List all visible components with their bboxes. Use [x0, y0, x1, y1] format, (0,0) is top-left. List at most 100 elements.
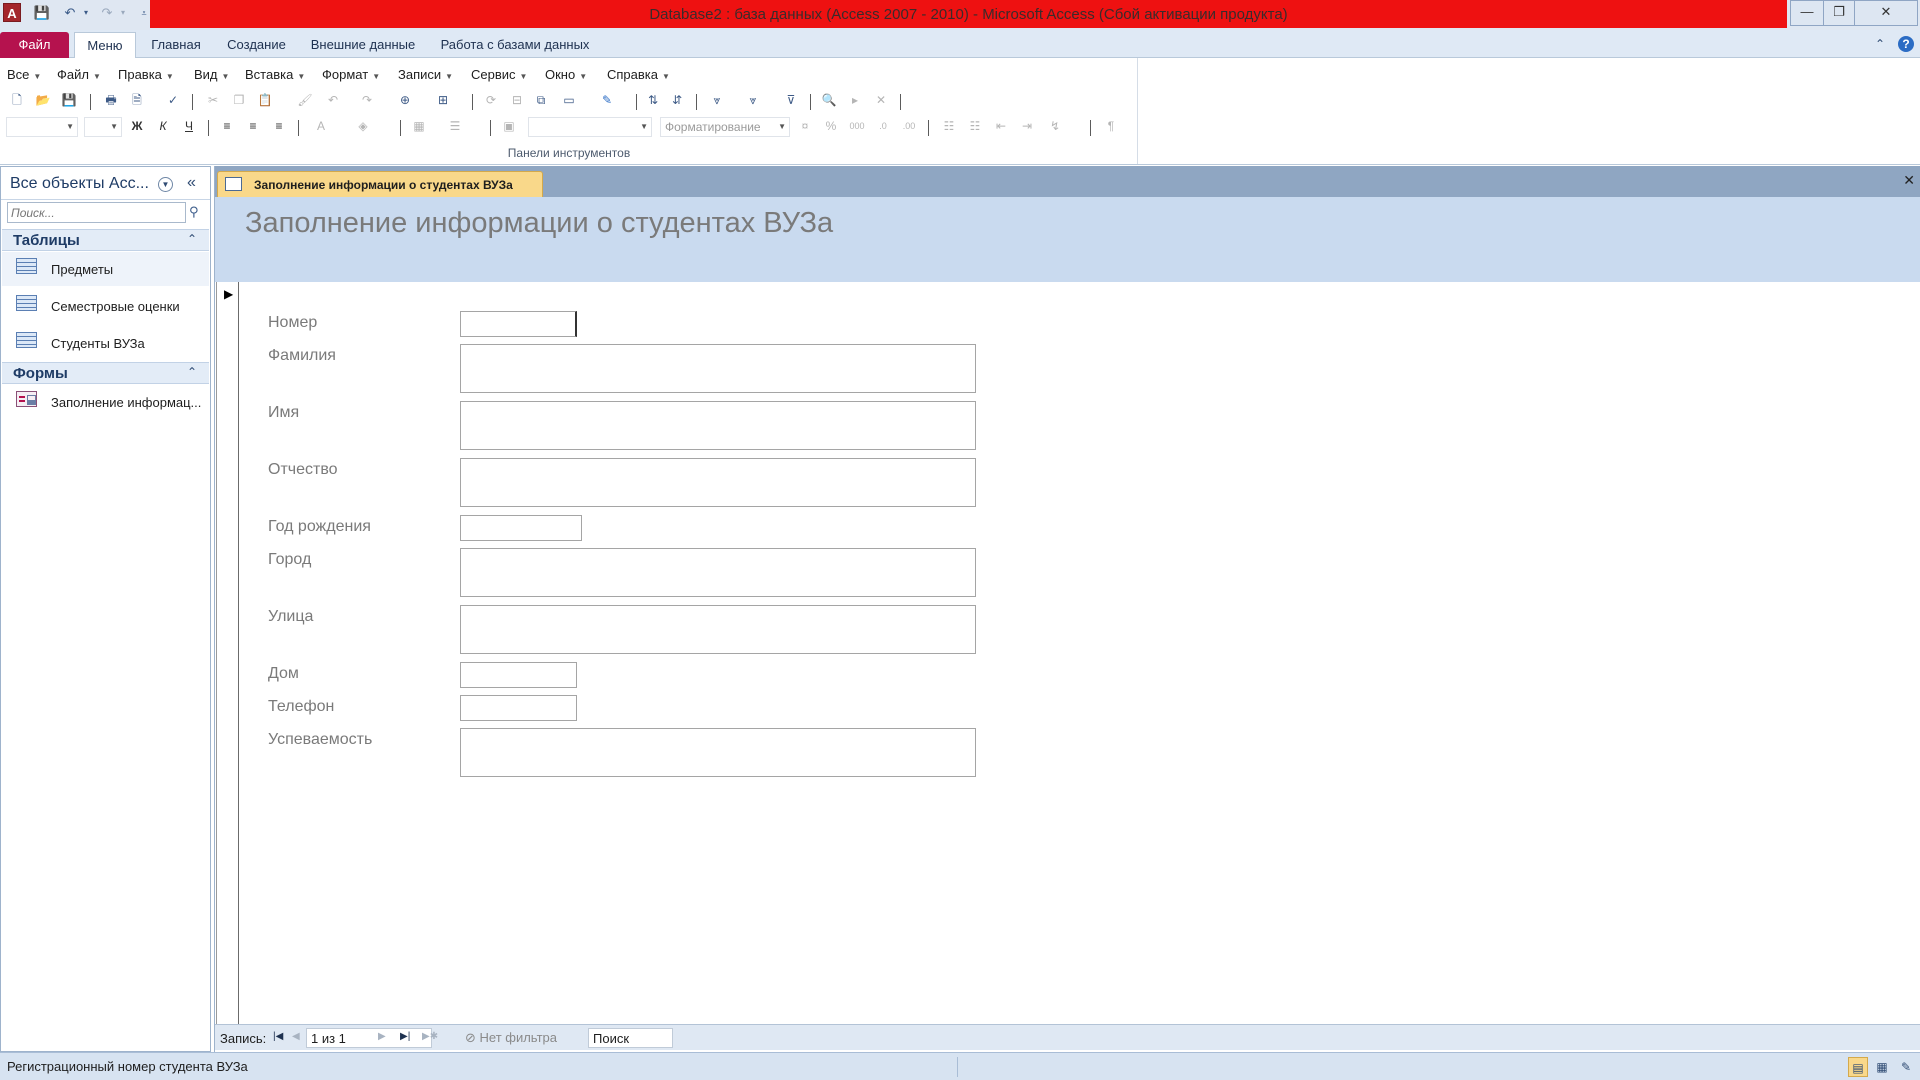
nav-group-tables[interactable]: Таблицы ⌃ [2, 229, 209, 251]
menu-records[interactable]: Записи ▼ [398, 67, 453, 82]
new-blank-record-icon[interactable]: ▶✱ [422, 1031, 438, 1042]
minimize-button[interactable]: — [1790, 0, 1824, 26]
undo-icon[interactable]: ↶ [324, 91, 342, 109]
refresh-icon[interactable]: ⟳ [482, 91, 500, 109]
paragraph-icon[interactable]: ¶ [1102, 117, 1120, 135]
print-icon[interactable]: 🖶 [102, 91, 120, 109]
increase-indent-icon[interactable]: ⇥ [1018, 117, 1036, 135]
nav-pane-title[interactable]: Все объекты Acc... [10, 175, 149, 193]
object-combo[interactable]: ▼ [6, 117, 78, 137]
numbering-icon[interactable]: ☷ [966, 117, 984, 135]
align-center-icon[interactable]: ≡ [244, 117, 262, 135]
increase-decimals-icon[interactable]: .0 [874, 117, 892, 135]
line-style-icon[interactable]: ☰ [446, 117, 464, 135]
nav-item-students[interactable]: Студенты ВУЗа [2, 326, 209, 360]
office-links-icon[interactable]: ⊞ [434, 91, 452, 109]
menu-window[interactable]: Окно ▼ [545, 67, 587, 82]
italic-button[interactable]: К [154, 117, 172, 135]
currency-icon[interactable]: ¤ [796, 117, 814, 135]
performance-input[interactable] [460, 728, 976, 777]
bullets-icon[interactable]: ☷ [940, 117, 958, 135]
tab-menu[interactable]: Меню [74, 32, 136, 59]
search-icon[interactable]: ⚲ [189, 204, 199, 220]
collapse-group-icon[interactable]: ⌃ [187, 232, 197, 246]
menu-format[interactable]: Формат ▼ [322, 67, 380, 82]
tab-external-data[interactable]: Внешние данные [304, 32, 422, 58]
sort-descending-icon[interactable]: ⇵ [668, 91, 686, 109]
minimize-ribbon-icon[interactable]: ⌃ [1872, 36, 1888, 52]
nav-item-subjects[interactable]: Предметы [2, 252, 209, 286]
save-icon[interactable]: 💾 [60, 91, 78, 109]
menu-all[interactable]: Все ▼ [7, 67, 41, 82]
previous-record-icon[interactable]: ◀ [292, 1031, 300, 1042]
bold-button[interactable]: Ж [128, 117, 146, 135]
nav-search-input[interactable] [7, 202, 186, 223]
layout-view-icon[interactable]: ▦ [1872, 1057, 1892, 1077]
birth-year-input[interactable] [460, 515, 582, 541]
menu-view[interactable]: Вид ▼ [194, 67, 229, 82]
save-icon[interactable]: 💾 [32, 3, 52, 23]
menu-help[interactable]: Справка ▼ [607, 67, 670, 82]
spelling-icon[interactable]: ✓ [164, 91, 182, 109]
fill-color-icon[interactable]: ◈ [354, 117, 372, 135]
undo-dropdown-icon[interactable]: ▾ [76, 3, 96, 23]
gridlines-icon[interactable]: ▦ [410, 117, 428, 135]
collapse-group-icon[interactable]: ⌃ [187, 365, 197, 379]
sort-ascending-icon[interactable]: ⇅ [644, 91, 662, 109]
insert-hyperlink-icon[interactable]: ⊕ [396, 91, 414, 109]
thousands-separator-icon[interactable]: 000 [848, 117, 866, 135]
number-input[interactable] [460, 311, 577, 337]
find-icon[interactable]: 🔍 [820, 91, 838, 109]
delete-record-icon[interactable]: ✕ [872, 91, 890, 109]
menu-file[interactable]: Файл ▼ [57, 67, 101, 82]
new-object-icon[interactable]: ▭ [560, 91, 578, 109]
phone-input[interactable] [460, 695, 577, 721]
tab-file[interactable]: Файл [0, 32, 69, 58]
tab-home[interactable]: Главная [144, 32, 208, 58]
redo-dropdown-icon[interactable]: ▾ [113, 3, 133, 23]
analyze-icon[interactable]: ✎ [598, 91, 616, 109]
nav-item-student-form[interactable]: Заполнение информац... [2, 385, 209, 419]
tab-create[interactable]: Создание [219, 32, 294, 58]
text-direction-icon[interactable]: ↯ [1046, 117, 1064, 135]
next-record-icon[interactable]: ▶ [378, 1031, 386, 1042]
nav-item-semester-grades[interactable]: Семестровые оценки [2, 289, 209, 323]
collapse-pane-icon[interactable]: « [187, 174, 196, 192]
apply-filter-icon[interactable]: ⊽ [782, 91, 800, 109]
record-selector[interactable]: ▶ [216, 282, 239, 1024]
design-view-icon[interactable]: ✎ [1896, 1057, 1916, 1077]
filter-by-form-icon[interactable]: ⩔ [744, 91, 762, 109]
print-preview-icon[interactable]: 🗎 [128, 91, 146, 109]
first-name-input[interactable] [460, 401, 976, 450]
form-view-icon[interactable]: ▤ [1848, 1057, 1868, 1077]
menu-tools[interactable]: Сервис ▼ [471, 67, 527, 82]
special-effect-icon[interactable]: ▣ [500, 117, 518, 135]
nav-pane-header[interactable]: Все объекты Acc... ▼ « [1, 167, 210, 200]
decrease-decimals-icon[interactable]: .00 [900, 117, 918, 135]
first-record-icon[interactable]: |◀ [273, 1031, 283, 1042]
align-right-icon[interactable]: ≡ [270, 117, 288, 135]
open-icon[interactable]: 📂 [34, 91, 52, 109]
restore-button[interactable]: ❐ [1823, 0, 1855, 26]
redo-icon[interactable]: ↷ [358, 91, 376, 109]
house-input[interactable] [460, 662, 577, 688]
help-icon[interactable]: ? [1898, 36, 1914, 52]
cut-icon[interactable]: ✂ [204, 91, 222, 109]
access-app-icon[interactable]: A [3, 3, 21, 22]
filter-by-selection-icon[interactable]: ⩔ [708, 91, 726, 109]
properties-icon[interactable]: ⊟ [508, 91, 526, 109]
copy-icon[interactable]: ❐ [230, 91, 248, 109]
relationships-icon[interactable]: ⧉ [532, 91, 550, 109]
menu-insert[interactable]: Вставка ▼ [245, 67, 305, 82]
record-position-input[interactable]: 1 из 1 [306, 1028, 432, 1048]
nav-group-forms[interactable]: Формы ⌃ [2, 362, 209, 384]
patronymic-input[interactable] [460, 458, 976, 507]
format-painter-icon[interactable]: 🖌 [296, 91, 314, 109]
close-document-icon[interactable]: ✕ [1903, 172, 1915, 189]
surname-input[interactable] [460, 344, 976, 393]
percent-icon[interactable]: % [822, 117, 840, 135]
street-input[interactable] [460, 605, 976, 654]
nav-menu-dropdown-icon[interactable]: ▼ [158, 177, 173, 192]
paste-icon[interactable]: 📋 [256, 91, 274, 109]
formatting-combo[interactable]: Форматирование ▼ [660, 117, 790, 137]
